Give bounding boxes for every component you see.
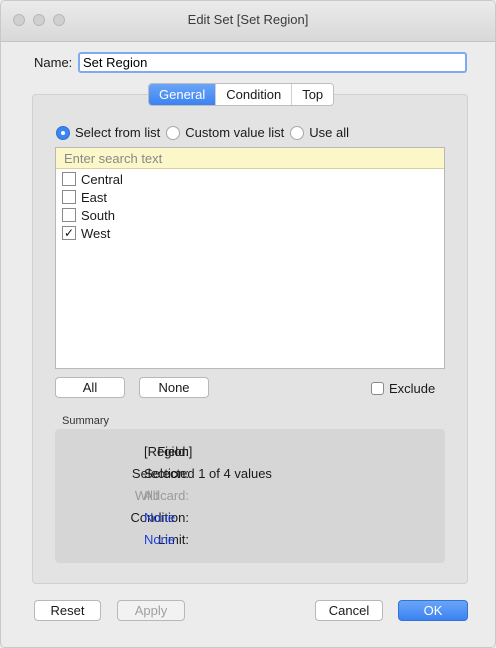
exclude-checkbox[interactable]: [371, 382, 384, 395]
checkbox[interactable]: [62, 172, 76, 186]
list-item[interactable]: Central: [62, 170, 123, 188]
checkbox-checked[interactable]: ✓: [62, 226, 76, 240]
name-label: Name:: [34, 55, 73, 70]
exclude-label: Exclude: [389, 381, 436, 396]
checkmark-icon: ✓: [63, 226, 75, 240]
value-list[interactable]: Central East South ✓ West: [55, 147, 445, 369]
limit-link[interactable]: None: [144, 532, 175, 547]
tab-general[interactable]: General: [149, 84, 217, 105]
mode-radio-group: Select from list Custom value list Use a…: [56, 125, 355, 140]
exclude-option[interactable]: Exclude: [371, 381, 435, 396]
name-input[interactable]: [78, 52, 467, 73]
list-item[interactable]: ✓ West: [62, 224, 110, 242]
list-item-label: East: [81, 189, 108, 205]
tab-top[interactable]: Top: [292, 84, 334, 105]
custom-value-list-radio[interactable]: [166, 125, 181, 140]
custom-value-list-label[interactable]: Custom value list: [185, 125, 284, 140]
use-all-radio[interactable]: [290, 125, 305, 140]
list-item-label: Central: [81, 171, 123, 187]
apply-button[interactable]: Apply: [117, 600, 185, 621]
window-title: Edit Set [Set Region]: [187, 12, 309, 27]
summary-value: [Region]: [144, 444, 193, 459]
reset-button[interactable]: Reset: [34, 600, 101, 621]
summary-row-field: Field: [Region]: [55, 444, 445, 464]
edit-set-dialog: Edit Set [Set Region] Name: General Cond…: [0, 0, 496, 648]
checkbox[interactable]: [62, 190, 76, 204]
summary-title: Summary: [62, 415, 110, 427]
title-bar: Edit Set [Set Region]: [1, 1, 495, 42]
list-item[interactable]: East: [62, 188, 107, 206]
list-item-label: South: [81, 207, 115, 223]
summary-value: All: [144, 488, 159, 503]
summary-row-condition: Condition: None: [55, 510, 445, 530]
summary-row-wildcard: Wildcard: All: [55, 488, 445, 508]
use-all-label[interactable]: Use all: [309, 125, 349, 140]
ok-button[interactable]: OK: [398, 600, 468, 621]
select-from-list-radio[interactable]: [56, 125, 70, 140]
tab-condition[interactable]: Condition: [216, 84, 293, 105]
cancel-button[interactable]: Cancel: [315, 600, 383, 621]
summary-value: Selected 1 of 4 values: [144, 466, 272, 481]
checkbox[interactable]: [62, 208, 76, 222]
select-from-list-label[interactable]: Select from list: [75, 125, 160, 140]
summary-box: Field: [Region] Selection: Selected 1 of…: [55, 429, 445, 563]
select-none-button[interactable]: None: [139, 377, 209, 398]
list-item[interactable]: South: [62, 206, 115, 224]
list-item-label: West: [81, 225, 111, 241]
summary-key: Wildcard:: [134, 488, 189, 503]
select-all-button[interactable]: All: [55, 377, 125, 398]
tab-bar: General Condition Top: [148, 83, 335, 106]
search-input[interactable]: [56, 148, 444, 169]
summary-row-selection: Selection: Selected 1 of 4 values: [55, 466, 445, 486]
condition-link[interactable]: None: [144, 510, 175, 525]
summary-row-limit: Limit: None: [55, 532, 445, 552]
